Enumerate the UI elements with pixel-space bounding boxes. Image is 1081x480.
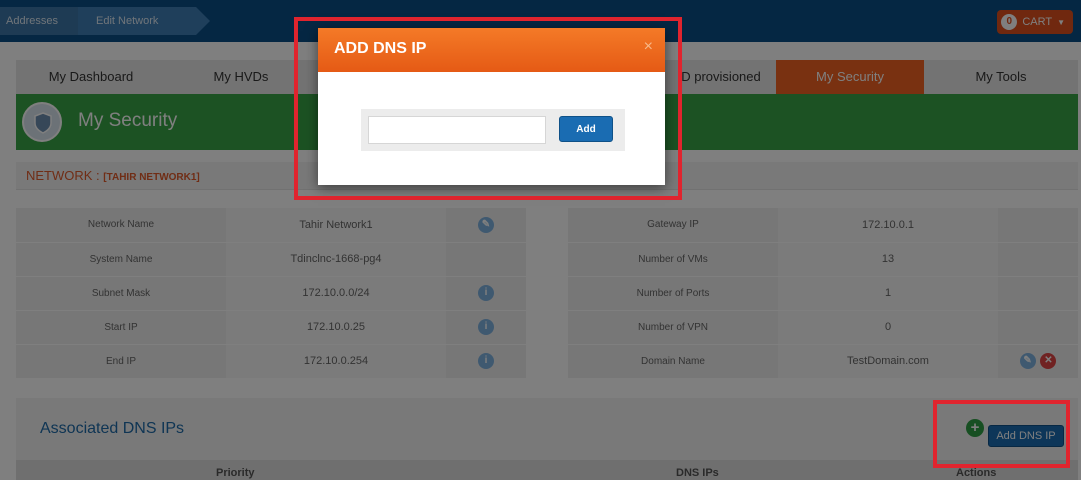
highlight-box-modal — [294, 17, 682, 200]
highlight-box-add-dns — [933, 400, 1070, 468]
